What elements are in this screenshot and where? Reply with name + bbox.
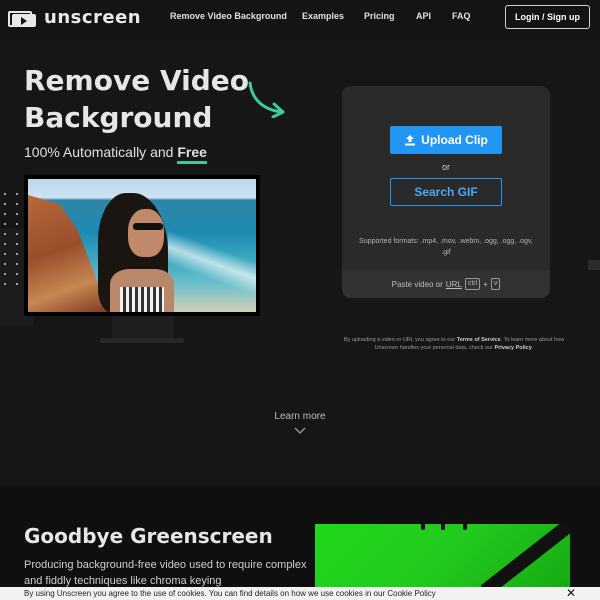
nav-remove-video-background[interactable]: Remove Video Background — [170, 11, 287, 21]
paste-bar[interactable]: Paste video or URL ctrl + v — [342, 270, 550, 298]
paste-url-link[interactable]: URL — [446, 280, 462, 289]
upload-clip-button[interactable]: Upload Clip — [390, 126, 502, 154]
demo-monitor — [24, 175, 260, 316]
nav-faq[interactable]: FAQ — [452, 11, 471, 21]
terms-of-service-link[interactable]: Terms of Service — [457, 337, 501, 343]
video-logo-icon — [8, 9, 36, 27]
terms-text-3: . — [531, 345, 534, 351]
monitor-base — [100, 338, 184, 343]
paste-label: Paste video or — [391, 279, 443, 289]
cookie-text: By using Unscreen you agree to the use o… — [24, 589, 436, 598]
upload-icon — [405, 135, 416, 146]
brand-logo[interactable]: unscreen — [8, 7, 141, 28]
nav-examples[interactable]: Examples — [302, 11, 344, 21]
nav-api[interactable]: API — [416, 11, 431, 21]
plus-sign: + — [483, 279, 488, 289]
search-gif-button[interactable]: Search GIF — [390, 178, 502, 206]
upload-panel: Upload Clip or Search GIF Supported form… — [342, 86, 550, 298]
learn-more-link[interactable]: Learn more — [0, 411, 600, 422]
section-text: Producing background-free video used to … — [24, 559, 307, 587]
chevron-down-icon[interactable] — [294, 427, 306, 435]
terms-notice: By uploading a video or URL you agree to… — [336, 336, 572, 352]
cookie-banner: By using Unscreen you agree to the use o… — [0, 587, 600, 600]
demo-video[interactable] — [28, 179, 256, 312]
monitor-stand — [112, 316, 174, 338]
nav-pricing[interactable]: Pricing — [364, 11, 395, 21]
section-title: Goodbye Greenscreen — [24, 524, 273, 548]
upload-clip-label: Upload Clip — [421, 133, 488, 147]
hero-subtitle-text: 100% Automatically and — [24, 144, 178, 160]
supported-formats: Supported formats: .mp4, .mov, .webm, .o… — [359, 238, 533, 256]
side-handle — [588, 260, 600, 270]
privacy-policy-link[interactable]: Privacy Policy — [495, 345, 532, 351]
hero-title: Remove Video Background — [24, 64, 249, 134]
curved-arrow-icon — [248, 81, 285, 118]
login-signup-button[interactable]: Login / Sign up — [505, 5, 590, 29]
or-divider: or — [441, 162, 450, 172]
hero-subtitle-free: Free — [177, 144, 207, 164]
v-key: v — [490, 278, 501, 290]
terms-text: By uploading a video or URL you agree to… — [343, 337, 457, 343]
brand-name: unscreen — [44, 7, 142, 28]
hero-subtitle: 100% Automatically and Free — [24, 144, 207, 164]
ctrl-key: ctrl — [464, 278, 481, 290]
close-icon[interactable]: ✕ — [566, 587, 576, 599]
top-nav: unscreen Remove Video Background Example… — [0, 0, 600, 34]
